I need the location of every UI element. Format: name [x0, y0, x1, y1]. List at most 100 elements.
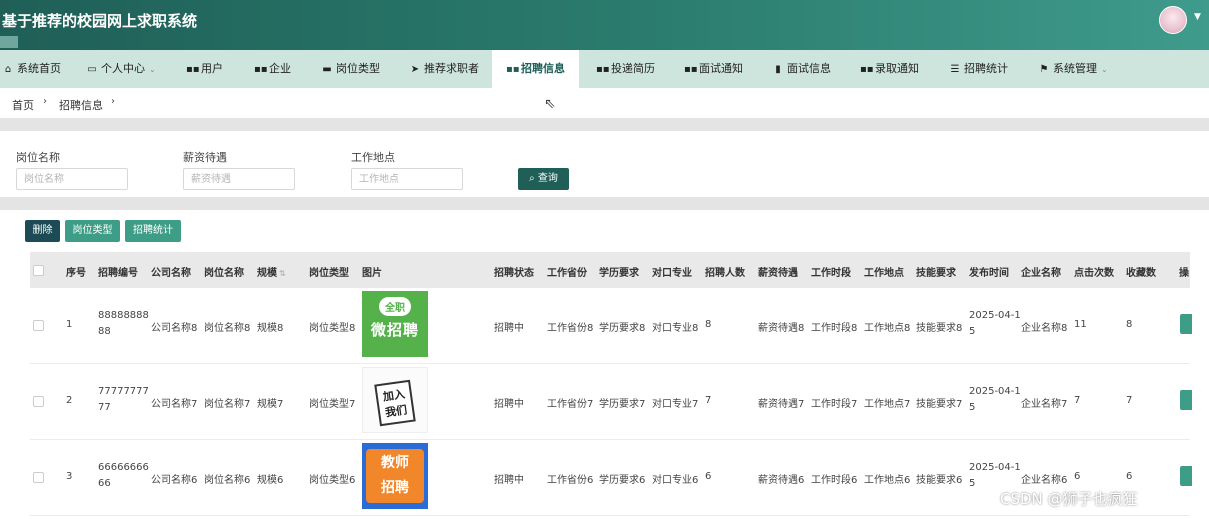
column-header: 序号: [66, 268, 86, 279]
nav-item-label: 个人中心: [101, 62, 145, 75]
search-button[interactable]: ⌕ 查询: [518, 168, 569, 190]
cell-period: 工作时段8: [811, 323, 858, 334]
sort-icon[interactable]: ⇅: [279, 269, 286, 278]
cell-enterprise: 企业名称8: [1021, 323, 1068, 334]
nav-item-4[interactable]: ▬ 岗位类型: [321, 50, 380, 88]
nav-item-label: 面试信息: [787, 62, 831, 75]
select-all-checkbox[interactable]: [33, 265, 44, 276]
cell-index: 3: [66, 471, 73, 482]
cell-enterprise: 企业名称7: [1021, 399, 1068, 410]
column-header: 招聘人数: [705, 268, 745, 279]
cell-count: 8: [705, 319, 712, 330]
cell-education: 学历要求8: [599, 323, 646, 334]
nav-item-label: 用户: [201, 62, 223, 75]
column-header: 对口专业: [652, 268, 692, 279]
delete-button[interactable]: 删除: [25, 220, 60, 242]
cell-position: 岗位名称6: [204, 475, 251, 486]
nav-item-label: 系统首页: [17, 62, 61, 75]
job-name-input[interactable]: [16, 168, 128, 190]
cell-type: 岗位类型6: [309, 475, 356, 486]
cell-position: 岗位名称8: [204, 323, 251, 334]
cell-type: 岗位类型8: [309, 323, 356, 334]
nav-item-3[interactable]: ▪▪企业: [254, 50, 291, 88]
cell-index: 2: [66, 395, 73, 406]
cell-company: 公司名称7: [151, 399, 198, 410]
cell-scale: 规模6: [257, 475, 284, 486]
nav-item-6[interactable]: ▪▪招聘信息: [492, 50, 579, 88]
column-header: 技能要求: [916, 268, 956, 279]
chevron-down-icon[interactable]: ▼: [1194, 12, 1201, 22]
home-icon: ⌂: [4, 64, 12, 75]
cell-clicks: 11: [1074, 319, 1087, 330]
main-nav: ⌂ 系统首页 ▭ 个人中心 ⌄ ▪▪用户 ▪▪企业 ▬ 岗位类型 ➤ 推荐求职者 ▪▪招聘信息 ▪▪投递…: [0, 50, 1209, 88]
cell-province: 工作省份7: [547, 399, 594, 410]
row-action-button[interactable]: [1180, 466, 1192, 486]
cell-major: 对口专业7: [652, 399, 699, 410]
nav-item-10[interactable]: ▪▪录取通知: [860, 50, 919, 88]
nav-item-8[interactable]: ▪▪面试通知: [684, 50, 743, 88]
column-header: 岗位名称: [204, 268, 244, 279]
column-header: 发布时间: [969, 268, 1009, 279]
salary-label: 薪资待遇: [183, 151, 227, 164]
row-checkbox[interactable]: [33, 472, 44, 483]
cell-code: 66666666 66: [98, 462, 149, 489]
nav-item-7[interactable]: ▪▪投递简历: [596, 50, 655, 88]
cell-province: 工作省份6: [547, 475, 594, 486]
image-text: 加入 我们: [374, 379, 416, 427]
row-checkbox[interactable]: [33, 396, 44, 407]
row-checkbox[interactable]: [33, 320, 44, 331]
row-action-button[interactable]: [1180, 314, 1192, 334]
cell-period: 工作时段7: [811, 399, 858, 410]
chevron-right-icon: ›: [43, 96, 47, 107]
table-row: 1 88888888 88 公司名称8 岗位名称8 规模8 岗位类型8 全职 微招聘 招聘中 工作…: [30, 288, 1192, 364]
watermark: CSDN @狮子也疯狂: [1000, 490, 1138, 508]
column-header: 薪资待遇: [758, 268, 798, 279]
sidebar-toggle[interactable]: [0, 36, 18, 48]
cell-favorites: 6: [1126, 471, 1133, 482]
cell-code: 88888888 88: [98, 310, 149, 337]
row-action-button[interactable]: [1180, 390, 1192, 410]
nav-item-12[interactable]: ⚑ 系统管理 ⌄: [1038, 50, 1108, 88]
breadcrumb-current: 招聘信息: [59, 99, 103, 112]
nav-item-11[interactable]: ☰ 招聘统计: [949, 50, 1008, 88]
grid-icon: ▪▪: [506, 64, 520, 75]
grid-icon: ▪▪: [684, 64, 698, 75]
cell-location: 工作地点7: [864, 399, 911, 410]
cell-major: 对口专业8: [652, 323, 699, 334]
cell-period: 工作时段6: [811, 475, 858, 486]
nav-item-9[interactable]: ▮ 面试信息: [772, 50, 831, 88]
cell-salary: 薪资待遇8: [758, 323, 805, 334]
table-panel: 删除 岗位类型 招聘统计 序号 招聘编号 公司名称 岗位名称 规模 ⇅ 岗位类型 图片 招聘状态…: [0, 210, 1209, 519]
nav-item-0[interactable]: ⌂ 系统首页: [2, 50, 61, 88]
nav-item-label: 推荐求职者: [424, 62, 479, 75]
grid-icon: ▪▪: [186, 64, 200, 75]
cell-date: 2025-04-1 5: [969, 310, 1021, 337]
nav-item-5[interactable]: ➤ 推荐求职者: [409, 50, 479, 88]
breadcrumb-home[interactable]: 首页: [12, 97, 34, 113]
nav-item-label: 系统管理: [1053, 62, 1097, 75]
nav-item-1[interactable]: ▭ 个人中心 ⌄: [86, 50, 155, 88]
cell-scale: 规模8: [257, 323, 284, 334]
image-text: 微招聘: [370, 321, 419, 339]
grid-icon: ▪▪: [596, 64, 610, 75]
nav-item-2[interactable]: ▪▪用户: [186, 50, 223, 88]
chevron-down-icon: ⌄: [1101, 65, 1108, 74]
table-row: 2 77777777 77 公司名称7 岗位名称7 规模7 岗位类型7 加入 我们 招聘中 工作省…: [30, 364, 1192, 440]
column-header: 岗位类型: [309, 268, 349, 279]
document-icon: ▮: [775, 64, 781, 75]
cell-salary: 薪资待遇7: [758, 399, 805, 410]
nav-item-label: 录取通知: [875, 62, 919, 75]
avatar[interactable]: [1159, 6, 1187, 34]
salary-input[interactable]: [183, 168, 295, 190]
mouse-cursor-icon: ⇖: [544, 96, 556, 112]
send-icon: ➤: [410, 64, 420, 75]
column-header: 公司名称: [151, 268, 191, 279]
job-type-button[interactable]: 岗位类型: [65, 220, 120, 242]
column-header: 工作省份: [547, 268, 587, 279]
cell-favorites: 8: [1126, 319, 1133, 330]
column-header: 学历要求: [599, 268, 639, 279]
nav-item-label: 招聘信息: [521, 62, 565, 75]
location-input[interactable]: [351, 168, 463, 190]
grid-icon: ▪▪: [860, 64, 874, 75]
recruit-stats-button[interactable]: 招聘统计: [125, 220, 181, 242]
